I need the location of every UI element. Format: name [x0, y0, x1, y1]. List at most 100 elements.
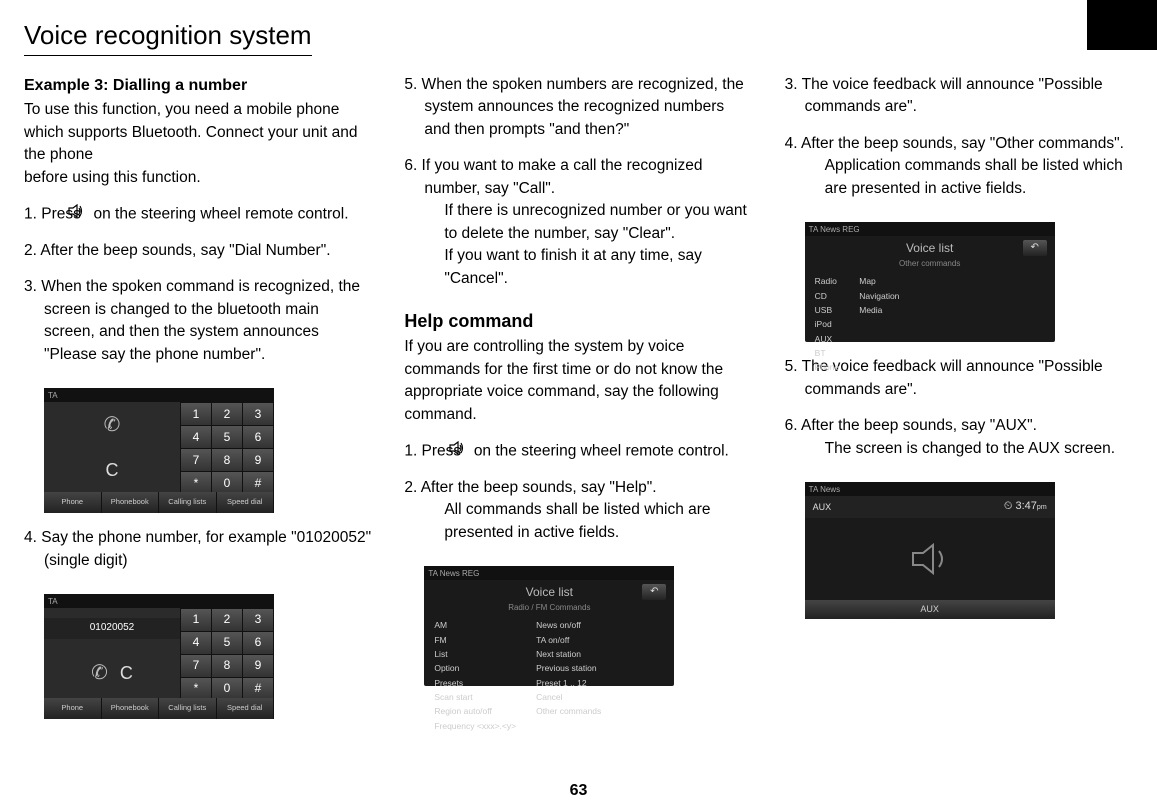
step6-a: 6. If you want to make a call the recogn…	[404, 157, 702, 196]
h2-a: 2. After the beep sounds, say "Help".	[404, 479, 656, 496]
key: *	[181, 472, 211, 494]
key: 8	[212, 449, 242, 471]
c3-step-4: 4. After the beep sounds, say "Other com…	[785, 133, 1133, 200]
vl1-title: Voice list	[424, 580, 674, 601]
shot1-topbar: TA	[44, 388, 274, 402]
h2-b: All commands shall be listed which are p…	[424, 499, 752, 544]
cmd: Option	[434, 662, 516, 674]
cmd: Region auto/off	[434, 705, 516, 717]
c3-step-6: 6. After the beep sounds, say "AUX". The…	[785, 415, 1133, 460]
step-1: 1. Press on the steering wheel remote co…	[24, 203, 372, 226]
phone-icon: ✆	[91, 659, 108, 688]
bluetooth-keypad-screenshot-2: TA 01020052 ✆ C 1 2 3 4 5 6 7	[44, 594, 274, 719]
step-4: 4. Say the phone number, for example "01…	[24, 527, 372, 572]
cmd: FM	[434, 634, 516, 646]
step6-b: If there is unrecognized number or you w…	[424, 200, 752, 245]
example3-heading: Example 3: Dialling a number	[24, 74, 372, 97]
key: 1	[181, 403, 211, 425]
page-title: Voice recognition system	[24, 20, 312, 56]
key: 1	[181, 609, 211, 631]
c3-6b: The screen is changed to the AUX screen.	[805, 438, 1133, 460]
key: 5	[212, 632, 242, 654]
aux-time: 3:47	[1016, 500, 1037, 512]
back-icon: ↶	[1023, 240, 1047, 256]
step-6: 6. If you want to make a call the recogn…	[404, 155, 752, 290]
cmd: List	[434, 648, 516, 660]
key: 7	[181, 655, 211, 677]
cmd: USB	[815, 304, 840, 316]
aux-tab: AUX	[805, 600, 1055, 619]
cmd: Map	[859, 275, 899, 287]
cmd: Scan start	[434, 691, 516, 703]
column-1: Example 3: Dialling a number To use this…	[24, 74, 372, 733]
voice-list-screenshot-1: TA News REG Voice list Radio / FM Comman…	[424, 566, 674, 686]
key: 3	[243, 403, 273, 425]
c3-4b: Application commands shall be listed whi…	[805, 155, 1133, 200]
c3-step-3: 3. The voice feedback will announce "Pos…	[785, 74, 1133, 119]
cmd: Navigation	[859, 290, 899, 302]
c3-6a: 6. After the beep sounds, say "AUX".	[785, 417, 1037, 434]
example3-intro: To use this function, you need a mobile …	[24, 99, 372, 189]
aux-screenshot: TA News AUX ⏲ 3:47pm AUX	[805, 482, 1055, 612]
step-5: 5. When the spoken numbers are recognize…	[404, 74, 752, 141]
help-intro: If you are controlling the system by voi…	[404, 336, 752, 426]
cmd: Frequency <xxx>.<y>	[434, 720, 516, 732]
key: 5	[212, 426, 242, 448]
step-3: 3. When the spoken command is recognized…	[24, 276, 372, 366]
cmd: Cancel	[536, 691, 601, 703]
vl1-subtitle: Radio / FM Commands	[424, 602, 674, 614]
page-number: 63	[570, 782, 588, 800]
cmd: AUX	[815, 333, 840, 345]
key: 2	[212, 609, 242, 631]
step1-b: on the steering wheel remote control.	[93, 205, 348, 222]
shot2-topbar: TA	[44, 594, 274, 608]
speaker-icon	[805, 518, 1055, 600]
clear-button: C	[120, 660, 133, 686]
tab: Phone	[44, 698, 102, 719]
cmd: BT	[815, 347, 840, 359]
help-step-2: 2. After the beep sounds, say "Help". Al…	[404, 477, 752, 544]
cmd: Media	[859, 304, 899, 316]
keypad-grid: 1 2 3 4 5 6 7 8 9 * 0 #	[180, 402, 274, 492]
cmd: News on/off	[536, 619, 601, 631]
vl2-topbar: TA News REG	[805, 222, 1055, 236]
step-2: 2. After the beep sounds, say "Dial Numb…	[24, 240, 372, 262]
step6-c: If you want to finish it at any time, sa…	[424, 245, 752, 290]
cmd: Phone	[815, 361, 840, 373]
tab: Speed dial	[217, 698, 275, 719]
key: 6	[243, 632, 273, 654]
voice-list-screenshot-2: TA News REG Voice list Other commands ↶ …	[805, 222, 1055, 342]
key: #	[243, 678, 273, 700]
bluetooth-keypad-screenshot-1: TA ✆ C 1 2 3 4 5 6 7 8 9 * 0	[44, 388, 274, 513]
cmd: iPod	[815, 318, 840, 330]
key: #	[243, 472, 273, 494]
cmd: Next station	[536, 648, 601, 660]
back-icon: ↶	[642, 584, 666, 600]
key: 0	[212, 678, 242, 700]
key: 0	[212, 472, 242, 494]
vl2-title: Voice list	[805, 236, 1055, 257]
keypad-grid: 1 2 3 4 5 6 7 8 9 * 0 #	[180, 608, 274, 698]
key: 8	[212, 655, 242, 677]
column-2: 5. When the spoken numbers are recognize…	[404, 74, 752, 733]
c3-4a: 4. After the beep sounds, say "Other com…	[785, 135, 1124, 152]
phone-icon: ✆	[104, 411, 121, 440]
cmd: Previous station	[536, 662, 601, 674]
tab: Speed dial	[217, 492, 275, 513]
decorative-black-box	[1087, 0, 1157, 50]
tab: Calling lists	[159, 698, 217, 719]
key: 9	[243, 655, 273, 677]
tab: Calling lists	[159, 492, 217, 513]
key: 6	[243, 426, 273, 448]
tab: Phonebook	[102, 492, 160, 513]
key: *	[181, 678, 211, 700]
intro-line1: To use this function, you need a mobile …	[24, 101, 357, 163]
clear-button: C	[106, 457, 119, 483]
key: 4	[181, 426, 211, 448]
tab: Phonebook	[102, 698, 160, 719]
cmd: Preset 1 .. 12	[536, 677, 601, 689]
key: 2	[212, 403, 242, 425]
key: 7	[181, 449, 211, 471]
cmd: Other commands	[536, 705, 601, 717]
intro-line2: before using this function.	[24, 169, 201, 186]
